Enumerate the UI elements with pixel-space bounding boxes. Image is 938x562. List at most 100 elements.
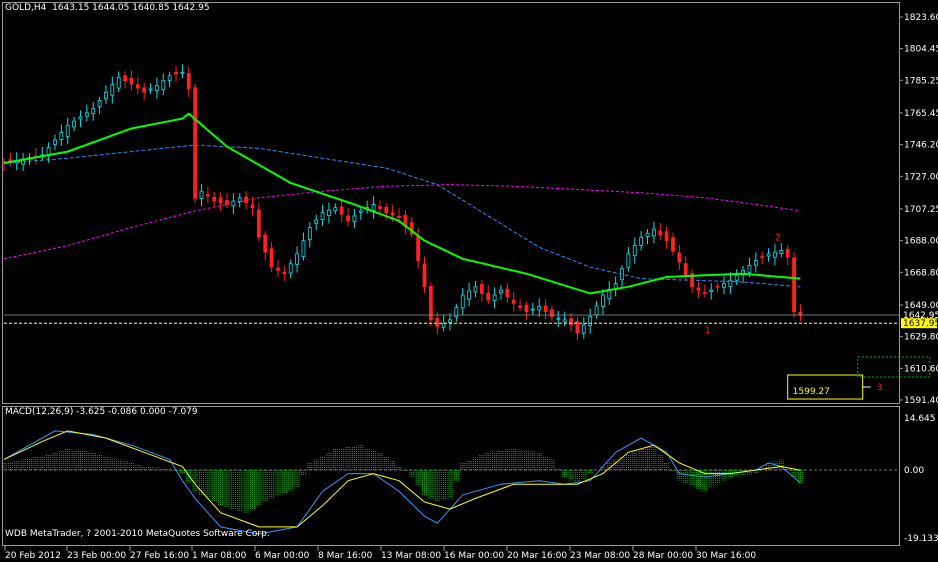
candle-body <box>760 256 765 258</box>
time-axis-label: 28 Mar 00:00 <box>633 551 693 561</box>
candle-body <box>339 206 344 215</box>
target-price-label: 1599.27 <box>793 387 830 397</box>
candle-body <box>116 76 121 89</box>
candle-body <box>753 260 758 266</box>
candle-body <box>327 209 331 216</box>
price-axis-label: 1649.00 <box>904 301 938 311</box>
candle-body <box>282 271 287 275</box>
candle-body <box>569 318 573 326</box>
candle-body <box>492 294 497 301</box>
candle-body <box>129 77 134 85</box>
candle-body <box>588 316 593 327</box>
candle-body <box>473 286 478 293</box>
candle-body <box>301 240 306 257</box>
candle-body <box>397 215 401 218</box>
time-axis-label: 1 Mar 08:00 <box>192 551 247 561</box>
price-axis-label: 1688.00 <box>904 237 938 247</box>
candle-body <box>237 197 242 202</box>
price-axis-label: 1765.45 <box>904 109 938 119</box>
candle-body <box>250 204 255 209</box>
candle-body <box>677 252 682 263</box>
ma-fast-line <box>3 112 801 295</box>
candle-body <box>65 124 70 137</box>
candle-body <box>645 232 650 238</box>
price-axis-label: 1785.25 <box>904 76 938 86</box>
candle-body <box>651 228 656 237</box>
macd-pane-frame <box>2 406 900 546</box>
candle-body <box>785 248 790 258</box>
candle-body <box>91 108 96 114</box>
candle-body <box>467 290 472 300</box>
candle-body <box>104 91 108 100</box>
candle-body <box>231 200 236 207</box>
price-axis-label: 1610.60 <box>904 364 938 374</box>
time-axis-label: 13 Mar 08:00 <box>381 551 441 561</box>
price-axis: 1823.60 1804.45 1785.25 1765.45 1746.20 1727.… <box>899 13 938 406</box>
candle-body <box>734 274 739 281</box>
candle-body <box>307 227 312 241</box>
candle-body <box>123 75 127 82</box>
candle-body <box>46 147 51 156</box>
candle-body <box>511 299 516 304</box>
price-levels: 1642.951637.95 <box>4 311 938 329</box>
time-axis-label: 20 Feb 2012 <box>5 551 61 561</box>
candle-body <box>422 263 427 288</box>
candle-body <box>537 306 542 311</box>
candle-body <box>358 210 363 213</box>
candle-body <box>435 318 440 327</box>
candle-body <box>295 253 299 265</box>
candle-body <box>620 268 624 281</box>
candle-body <box>416 235 421 261</box>
candle-body <box>180 72 185 74</box>
candle-body <box>378 206 382 209</box>
price-axis-label: 1668.80 <box>904 268 938 278</box>
candle-body <box>205 194 210 197</box>
candles <box>2 64 803 340</box>
candle-body <box>448 319 452 323</box>
candle-body <box>256 209 261 238</box>
candle-body <box>84 112 89 117</box>
candle-body <box>199 190 204 199</box>
symbol-label: GOLD,H4 <box>5 3 47 13</box>
candle-body <box>671 237 675 252</box>
candle-body <box>371 203 376 211</box>
time-axis-label: 6 Mar 00:00 <box>255 551 310 561</box>
candle-body <box>441 322 446 328</box>
candle-body <box>346 215 350 222</box>
candle-body <box>212 197 217 202</box>
candle-body <box>696 287 701 291</box>
candle-body <box>479 284 484 294</box>
macd-values: -3.625 -0.086 0.000 -7.079 <box>76 407 198 417</box>
chart-canvas[interactable]: 1642.951637.95 1823.60 1804.45 1785.25 1765… <box>0 0 938 562</box>
candle-body <box>709 289 714 293</box>
candle-body <box>779 250 784 255</box>
time-axis-label: 16 Mar 00:00 <box>444 551 504 561</box>
candle-body <box>702 292 707 294</box>
candle-body <box>186 73 191 90</box>
candle-body <box>352 215 357 222</box>
macd-header: MACD(12,26,9) -3.625 -0.086 0.000 -7.079 <box>5 407 198 417</box>
time-axis-label: 8 Mar 16:00 <box>318 551 373 561</box>
ma-mid-line <box>3 144 801 288</box>
candle-body <box>601 294 605 307</box>
candle-body <box>384 207 389 214</box>
candle-body <box>505 288 510 298</box>
candle-body <box>683 263 688 275</box>
candle-body <box>174 71 178 75</box>
price-axis-label: 1591.40 <box>904 396 938 406</box>
candle-body <box>225 200 229 205</box>
time-axis-label: 23 Mar 08:00 <box>570 551 630 561</box>
candle-body <box>550 309 554 317</box>
time-axis: 20 Feb 2012 23 Feb 00:00 27 Feb 16:00 1 Mar… <box>4 546 756 561</box>
ohlc-values: 1643.15 1644.05 1640.85 1642.95 <box>52 3 210 13</box>
candle-body <box>543 305 548 312</box>
candle-body <box>276 267 280 271</box>
candle-body <box>722 283 726 288</box>
candle-body <box>639 236 644 246</box>
candle-body <box>792 257 796 312</box>
wave-label-2: 2 <box>775 233 781 243</box>
candle-body <box>530 308 535 311</box>
copyright-footer: WDB MetaTrader, ? 2001-2010 MetaQuotes S… <box>5 529 270 539</box>
macd-pane: 14.645 0.00 -19.133 <box>1 414 938 544</box>
price-axis-label: 1707.25 <box>904 205 938 215</box>
